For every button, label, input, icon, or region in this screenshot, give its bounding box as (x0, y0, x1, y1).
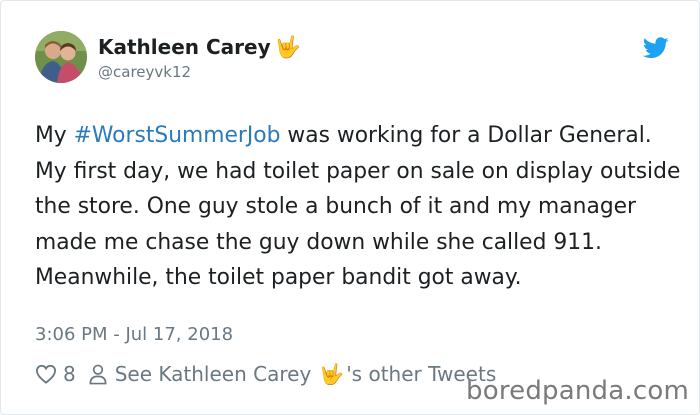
twitter-bird-icon[interactable] (643, 37, 669, 59)
other-tweets-prefix: See Kathleen Carey (114, 362, 312, 386)
tweet-actions: 8 See Kathleen Carey 🤟's other Tweets (35, 361, 496, 387)
author-handle[interactable]: @careyvk12 (98, 62, 191, 82)
hashtag-link[interactable]: #WorstSummerJob (74, 123, 281, 148)
watermark: boredpanda.com (466, 376, 689, 406)
person-icon (89, 364, 107, 384)
tweet-text-before: My (35, 123, 74, 148)
heart-icon[interactable] (35, 364, 57, 384)
tweet-text: My #WorstSummerJob was working for a Dol… (35, 118, 685, 296)
like-count[interactable]: 8 (63, 362, 76, 386)
tweet-card: Kathleen Carey 🤟 @careyvk12 My #WorstSumm… (0, 0, 700, 415)
rock-hand-emoji-icon: 🤟 (319, 362, 345, 386)
avatar[interactable] (35, 31, 87, 83)
rock-hand-emoji-icon: 🤟 (274, 35, 301, 59)
author-name[interactable]: Kathleen Carey 🤟 (98, 34, 301, 60)
other-tweets-link[interactable]: See Kathleen Carey 🤟's other Tweets (88, 362, 496, 386)
tweet-text-after: was working for a Dollar General. My fir… (35, 123, 681, 290)
tweet-timestamp[interactable]: 3:06 PM - Jul 17, 2018 (35, 323, 233, 347)
author-name-text: Kathleen Carey (98, 35, 271, 59)
